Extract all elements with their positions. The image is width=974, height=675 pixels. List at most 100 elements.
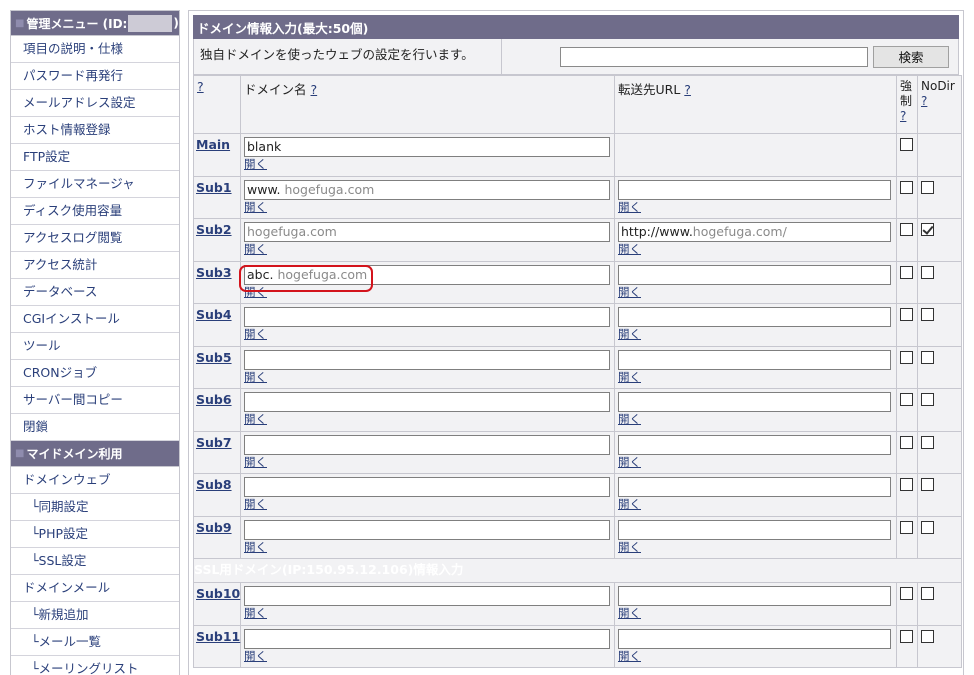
- search-button[interactable]: 検索: [873, 45, 949, 68]
- sidebar-item[interactable]: メールアドレス設定: [11, 90, 179, 117]
- redirect-url-input[interactable]: [618, 307, 891, 327]
- sidebar-item[interactable]: パスワード再発行: [11, 63, 179, 90]
- domain-name-input[interactable]: www. hogefuga.com: [244, 179, 610, 200]
- force-checkbox[interactable]: [900, 223, 913, 236]
- open-domain-link[interactable]: 開く: [244, 455, 267, 469]
- force-checkbox[interactable]: [900, 350, 913, 364]
- force-checkbox[interactable]: [900, 629, 913, 643]
- open-domain-link[interactable]: 開く: [244, 243, 267, 256]
- sidebar-item[interactable]: ディスク使用容量: [11, 198, 179, 225]
- domain-name-input[interactable]: hogefuga.com: [244, 222, 610, 242]
- row-label-link[interactable]: Main: [194, 134, 240, 152]
- nodir-checkbox[interactable]: [921, 520, 934, 534]
- sidebar-subitem[interactable]: └メーリングリスト: [11, 656, 179, 675]
- open-url-link[interactable]: 開く: [618, 498, 641, 511]
- sidebar-item[interactable]: 項目の説明・仕様: [11, 36, 179, 63]
- row-label-link[interactable]: Sub4: [194, 304, 240, 322]
- domain-name-input[interactable]: blank: [244, 137, 610, 157]
- sidebar-item[interactable]: ツール: [11, 333, 179, 360]
- sidebar-item[interactable]: ホスト情報登録: [11, 117, 179, 144]
- row-label-link[interactable]: Sub6: [194, 389, 240, 407]
- redirect-url-input[interactable]: [618, 586, 891, 606]
- open-domain-link[interactable]: 開く: [244, 200, 267, 214]
- force-checkbox[interactable]: [900, 393, 913, 406]
- nodir-checkbox[interactable]: [921, 435, 934, 449]
- sidebar-subitem[interactable]: └PHP設定: [11, 521, 179, 548]
- nodir-checkbox[interactable]: [921, 223, 934, 236]
- redirect-url-input[interactable]: [618, 519, 891, 540]
- redirect-url-input[interactable]: [618, 628, 891, 649]
- nodir-help-link[interactable]: ?: [921, 94, 961, 109]
- open-url-link[interactable]: 開く: [618, 285, 641, 299]
- sidebar-subitem[interactable]: └SSL設定: [11, 548, 179, 575]
- redirect-url-input[interactable]: [618, 434, 891, 455]
- url-help-link[interactable]: ?: [684, 82, 691, 97]
- sidebar-item[interactable]: ファイルマネージャ: [11, 171, 179, 198]
- open-url-link[interactable]: 開く: [618, 540, 641, 554]
- domain-name-input[interactable]: [244, 349, 610, 370]
- nodir-checkbox[interactable]: [921, 180, 934, 194]
- row-label-link[interactable]: Sub8: [194, 474, 240, 492]
- open-url-link[interactable]: 開く: [618, 455, 641, 469]
- redirect-url-input[interactable]: [618, 264, 891, 285]
- open-domain-link[interactable]: 開く: [244, 413, 267, 426]
- sidebar-subitem[interactable]: └新規追加: [11, 602, 179, 629]
- redirect-url-input[interactable]: [618, 392, 891, 412]
- force-checkbox[interactable]: [900, 520, 913, 534]
- nodir-checkbox[interactable]: [921, 629, 934, 643]
- domain-name-input[interactable]: [244, 307, 610, 327]
- open-url-link[interactable]: 開く: [618, 607, 641, 620]
- open-url-link[interactable]: 開く: [618, 370, 641, 384]
- open-url-link[interactable]: 開く: [618, 413, 641, 426]
- sidebar-subitem[interactable]: └同期設定: [11, 494, 179, 521]
- domain-help-link[interactable]: ?: [311, 82, 318, 97]
- force-checkbox[interactable]: [900, 587, 913, 600]
- force-checkbox[interactable]: [900, 308, 913, 321]
- row-label-link[interactable]: Sub5: [194, 347, 240, 365]
- row-label-link[interactable]: Sub1: [194, 177, 240, 195]
- sidebar-subitem[interactable]: ドメインメール: [11, 575, 179, 602]
- force-help-link[interactable]: ?: [900, 109, 917, 124]
- domain-name-input[interactable]: [244, 392, 610, 412]
- open-domain-link[interactable]: 開く: [244, 158, 267, 171]
- sidebar-item[interactable]: CGIインストール: [11, 306, 179, 333]
- sidebar-item[interactable]: サーバー間コピー: [11, 387, 179, 414]
- nodir-checkbox[interactable]: [921, 265, 934, 279]
- nodir-checkbox[interactable]: [921, 393, 934, 406]
- force-checkbox[interactable]: [900, 478, 913, 491]
- force-checkbox[interactable]: [900, 180, 913, 194]
- force-checkbox[interactable]: [900, 138, 913, 151]
- domain-name-input[interactable]: [244, 519, 610, 540]
- open-url-link[interactable]: 開く: [618, 649, 641, 663]
- nodir-checkbox[interactable]: [921, 308, 934, 321]
- sidebar-item[interactable]: FTP設定: [11, 144, 179, 171]
- redirect-url-input[interactable]: [618, 477, 891, 497]
- row-label-link[interactable]: Sub3: [194, 262, 240, 280]
- redirect-url-input[interactable]: [618, 349, 891, 370]
- open-domain-link[interactable]: 開く: [244, 607, 267, 620]
- sidebar-item[interactable]: アクセスログ閲覧: [11, 225, 179, 252]
- domain-name-input[interactable]: [244, 586, 610, 606]
- open-domain-link[interactable]: 開く: [244, 285, 267, 299]
- domain-name-input[interactable]: [244, 477, 610, 497]
- open-url-link[interactable]: 開く: [618, 243, 641, 256]
- force-checkbox[interactable]: [900, 265, 913, 279]
- open-domain-link[interactable]: 開く: [244, 649, 267, 663]
- redirect-url-input[interactable]: http://www.hogefuga.com/: [618, 222, 891, 242]
- domain-name-input[interactable]: [244, 628, 610, 649]
- sidebar-item[interactable]: CRONジョブ: [11, 360, 179, 387]
- search-input[interactable]: [560, 46, 868, 67]
- force-checkbox[interactable]: [900, 435, 913, 449]
- open-url-link[interactable]: 開く: [618, 200, 641, 214]
- domain-name-input[interactable]: abc. hogefuga.com: [244, 264, 610, 285]
- nodir-checkbox[interactable]: [921, 587, 934, 600]
- sidebar-item[interactable]: データベース: [11, 279, 179, 306]
- open-domain-link[interactable]: 開く: [244, 370, 267, 384]
- sidebar-item[interactable]: アクセス統計: [11, 252, 179, 279]
- open-domain-link[interactable]: 開く: [244, 328, 267, 341]
- row-label-link[interactable]: Sub2: [194, 219, 240, 237]
- redirect-url-input[interactable]: [618, 179, 891, 200]
- row-label-link[interactable]: Sub7: [194, 432, 240, 450]
- sidebar-subitem[interactable]: └メール一覧: [11, 629, 179, 656]
- row-label-link[interactable]: Sub11: [194, 626, 240, 644]
